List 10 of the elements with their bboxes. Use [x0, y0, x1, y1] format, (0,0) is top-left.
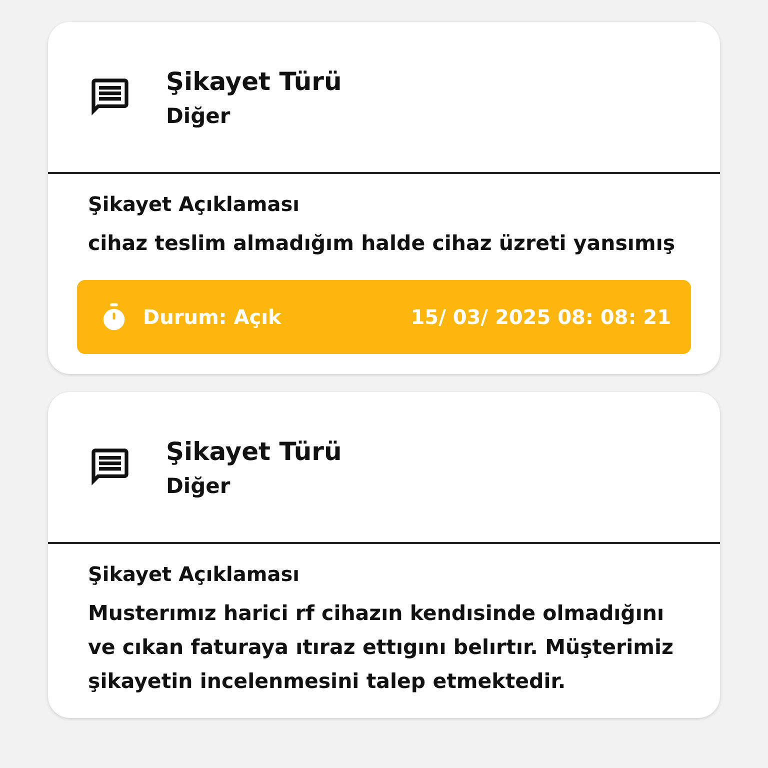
description-text: Musterımız harici rf cihazın kendısinde olmadığını ve cıkan faturaya ıtıraz ettıgını belırtır. Müşterimiz şikayetin incelenmesini talep etmektedir. [88, 600, 674, 695]
description-text: cihaz teslim almadığım halde cihaz üzreti yansımış [88, 230, 676, 257]
complaint-type-label: Şikayet Türü [166, 436, 342, 466]
description-label: Şikayet Açıklaması [88, 192, 301, 216]
status-label: Durum: Açık [143, 305, 282, 329]
description-label: Şikayet Açıklaması [88, 562, 301, 586]
complaint-type-value: Diğer [166, 474, 232, 498]
complaint-type-label: Şikayet Türü [166, 66, 342, 96]
complaint-type-value: Diğer [166, 104, 232, 128]
status-date: 15/ 03/ 2025 08: 08: 21 [410, 305, 671, 329]
